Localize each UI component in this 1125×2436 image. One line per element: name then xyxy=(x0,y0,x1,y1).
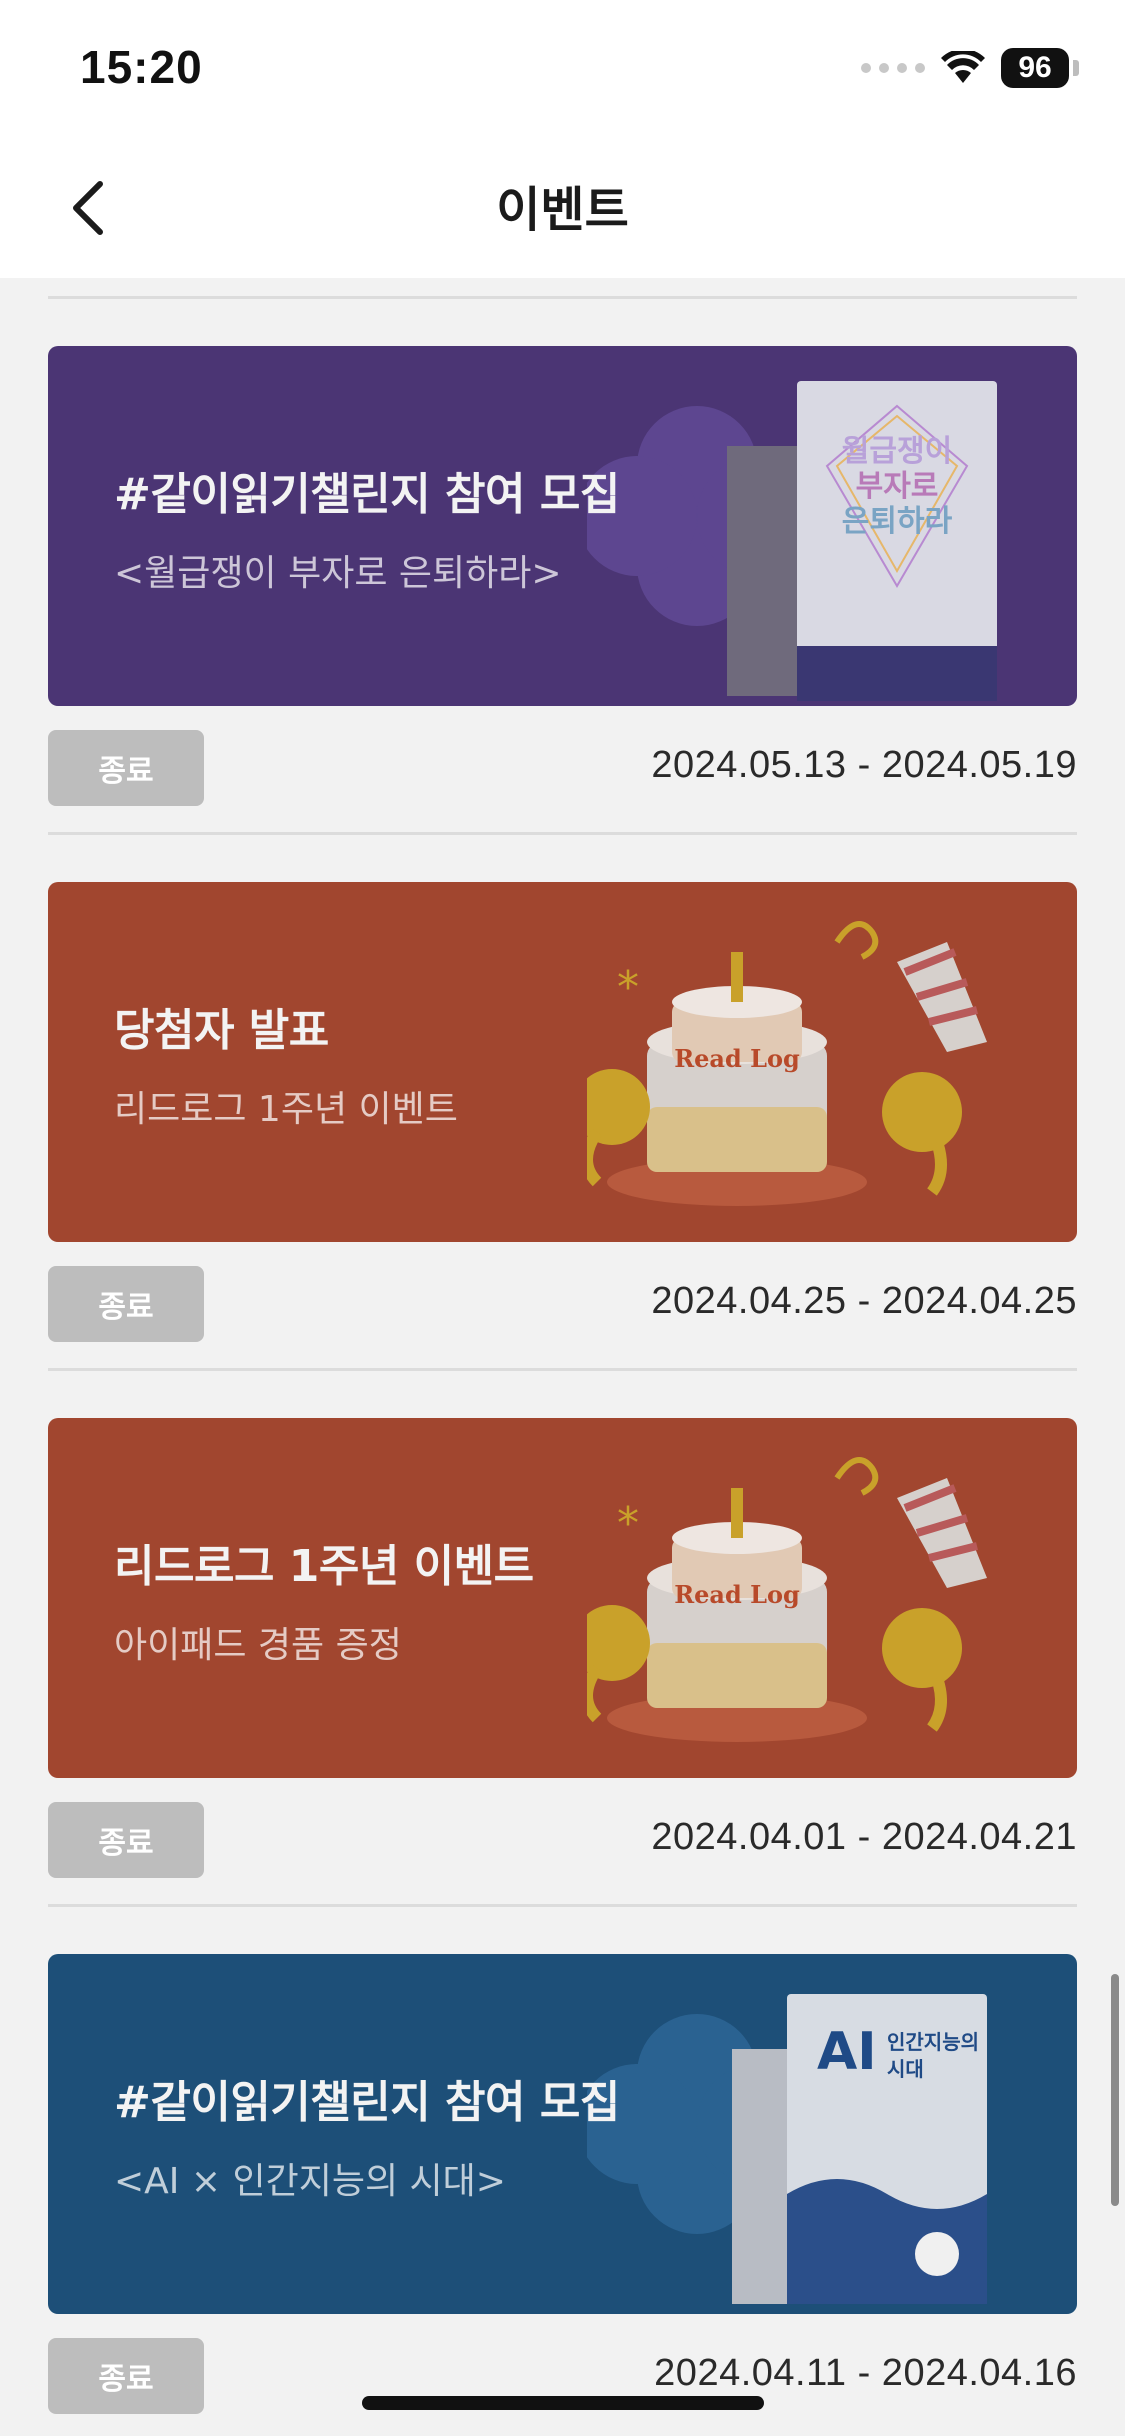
status-badge: 종료 xyxy=(48,730,204,806)
event-title: 리드로그 1주년 이벤트 xyxy=(114,1541,534,1592)
date-range: 2024.05.13 - 2024.05.19 xyxy=(651,744,1077,786)
event-banner[interactable]: * Read Log 리드로그 1주년 이벤트 아이패드 경품 증정 xyxy=(48,1418,1077,1778)
svg-text:은퇴하라: 은퇴하라 xyxy=(842,504,953,539)
event-subtitle: <AI × 인간지능의 시대> xyxy=(114,2161,506,2202)
status-badge: 종료 xyxy=(48,1802,204,1878)
cake-text: Read Log xyxy=(674,1044,800,1073)
event-list[interactable]: 월급쟁이 부자로 은퇴하라 #같이읽기챌린지 참여 모집 <월급쟁이 부자로 은… xyxy=(0,278,1125,2436)
event-meta: 종료 2024.04.01 - 2024.04.21 xyxy=(48,1802,1077,1912)
wifi-icon xyxy=(941,51,985,83)
cellular-signal-icon xyxy=(861,63,925,73)
event-subtitle: 아이패드 경품 증정 xyxy=(114,1625,402,1666)
event-item[interactable]: * Read Log 당첨자 발표 리드로그 1주년 이벤트 종료 2024.0… xyxy=(48,882,1077,1376)
svg-text:부자로: 부자로 xyxy=(856,469,939,504)
svg-text:월급쟁이: 월급쟁이 xyxy=(842,434,952,469)
scrollbar[interactable] xyxy=(1111,1974,1119,2206)
navigation-bar: 이벤트 xyxy=(0,138,1125,278)
divider xyxy=(48,832,1077,835)
birthday-cake-icon: * Read Log xyxy=(587,921,987,1206)
event-item[interactable]: AI 인간지능의 시대 #같이읽기챌린지 참여 모집 <AI × 인간지능의 시… xyxy=(48,1954,1077,2436)
book-title: 인간지능의 xyxy=(887,2030,979,2054)
status-bar: 15:20 96 xyxy=(0,0,1125,138)
status-badge: 종료 xyxy=(48,2338,204,2414)
svg-text:*: * xyxy=(617,962,639,1013)
divider xyxy=(48,296,1077,299)
divider xyxy=(48,1904,1077,1907)
status-indicators: 96 xyxy=(861,46,1079,90)
book-cover-icon: 월급쟁이 부자로 은퇴하라 xyxy=(587,381,997,701)
battery-indicator: 96 xyxy=(1001,48,1069,88)
svg-text:*: * xyxy=(617,1498,639,1549)
event-title: 당첨자 발표 xyxy=(114,1005,329,1056)
date-range: 2024.04.25 - 2024.04.25 xyxy=(651,1280,1077,1322)
event-meta: 종료 2024.04.11 - 2024.04.16 xyxy=(48,2338,1077,2436)
book-title: AI xyxy=(817,2022,877,2082)
book-title: 시대 xyxy=(887,2057,924,2081)
status-time: 15:20 xyxy=(80,41,203,93)
event-subtitle: 리드로그 1주년 이벤트 xyxy=(114,1089,458,1130)
event-meta: 종료 2024.04.25 - 2024.04.25 xyxy=(48,1266,1077,1376)
event-banner[interactable]: 월급쟁이 부자로 은퇴하라 #같이읽기챌린지 참여 모집 <월급쟁이 부자로 은… xyxy=(48,346,1077,706)
event-title: #같이읽기챌린지 참여 모집 xyxy=(114,469,620,520)
event-meta: 종료 2024.05.13 - 2024.05.19 xyxy=(48,730,1077,840)
event-subtitle: <월급쟁이 부자로 은퇴하라> xyxy=(114,553,562,594)
date-range: 2024.04.01 - 2024.04.21 xyxy=(651,1816,1077,1858)
birthday-cake-icon: * Read Log xyxy=(587,1457,987,1742)
status-badge: 종료 xyxy=(48,1266,204,1342)
book-cover-icon: AI 인간지능의 시대 xyxy=(587,1994,987,2304)
date-range: 2024.04.11 - 2024.04.16 xyxy=(654,2352,1077,2394)
cake-text: Read Log xyxy=(674,1580,800,1609)
battery-tip-icon xyxy=(1073,60,1079,76)
event-banner[interactable]: AI 인간지능의 시대 #같이읽기챌린지 참여 모집 <AI × 인간지능의 시… xyxy=(48,1954,1077,2314)
event-title: #같이읽기챌린지 참여 모집 xyxy=(114,2077,620,2128)
home-indicator[interactable] xyxy=(362,2396,764,2410)
event-banner[interactable]: * Read Log 당첨자 발표 리드로그 1주년 이벤트 xyxy=(48,882,1077,1242)
event-item[interactable]: 월급쟁이 부자로 은퇴하라 #같이읽기챌린지 참여 모집 <월급쟁이 부자로 은… xyxy=(48,346,1077,840)
event-item[interactable]: * Read Log 리드로그 1주년 이벤트 아이패드 경품 증정 종료 20… xyxy=(48,1418,1077,1912)
page-title: 이벤트 xyxy=(496,182,629,238)
divider xyxy=(48,1368,1077,1371)
